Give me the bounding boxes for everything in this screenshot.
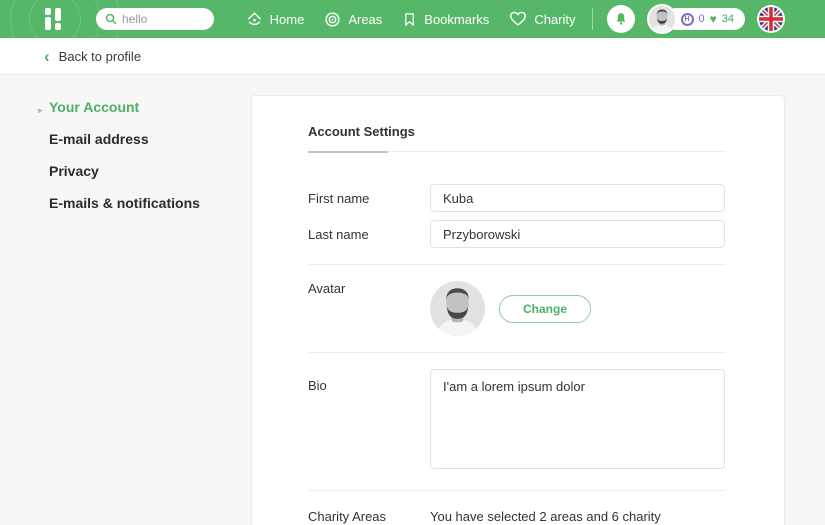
nav-item-charity[interactable]: Charity: [509, 11, 576, 27]
bio-label: Bio: [308, 378, 327, 393]
avatar-photo: [648, 6, 675, 32]
hearts-given-count: 0: [698, 13, 705, 25]
bell-icon: [616, 13, 625, 25]
search-box[interactable]: [96, 8, 214, 30]
notifications-button[interactable]: [606, 5, 635, 33]
settings-sidebar: ▸ Your Account E-mail address Privacy E-…: [38, 95, 251, 525]
breadcrumb-bar: ‹ Back to profile: [0, 38, 825, 75]
nav-label: Home: [269, 11, 305, 27]
section-divider: [308, 264, 725, 265]
user-cluster: H 0 ♥ 34: [646, 4, 745, 34]
areas-icon: [325, 11, 340, 27]
hearts-counter-pill[interactable]: H 0 ♥ 34: [664, 8, 745, 30]
uk-flag-icon: [759, 7, 783, 31]
language-button[interactable]: [757, 5, 785, 33]
hearts-received-count: 34: [721, 13, 734, 25]
home-icon: [247, 11, 261, 25]
nav-label: Charity: [534, 11, 576, 27]
charity-areas-label: Charity Areas: [308, 509, 387, 524]
charity-areas-row: Charity Areas You have selected 2 areas …: [308, 507, 725, 525]
bio-textarea[interactable]: I'am a lorem ipsum dolor: [430, 369, 725, 469]
sidebar-item-label: E-mails & notifications: [49, 195, 200, 211]
main-nav: Home Areas Bookmarks Charity: [246, 11, 576, 28]
last-name-input[interactable]: [430, 220, 725, 248]
main-content: ▸ Your Account E-mail address Privacy E-…: [0, 75, 825, 525]
search-icon: [105, 13, 117, 25]
sidebar-item-label: E-mail address: [49, 131, 149, 147]
title-underline: [308, 151, 725, 153]
bio-row: Bio I'am a lorem ipsum dolor: [308, 369, 725, 474]
sidebar-item-emails-notifications[interactable]: E-mails & notifications: [40, 195, 251, 212]
first-name-input[interactable]: [430, 184, 725, 212]
sidebar-item-label: Privacy: [49, 163, 99, 179]
heart-icon: [510, 11, 527, 26]
first-name-row: First name: [308, 184, 725, 212]
avatar-row: Avatar Change: [308, 281, 725, 336]
change-avatar-button[interactable]: Change: [499, 294, 592, 323]
avatar-label: Avatar: [308, 281, 346, 296]
sidebar-item-email-address[interactable]: E-mail address: [40, 131, 251, 148]
top-nav-bar: Home Areas Bookmarks Char: [0, 0, 825, 38]
sidebar-item-privacy[interactable]: Privacy: [40, 163, 251, 180]
back-chevron-icon: ‹: [44, 46, 50, 66]
bookmark-icon: [405, 12, 415, 26]
account-settings-card: Account Settings First name Last name Av…: [251, 95, 785, 525]
nav-label: Bookmarks: [424, 11, 490, 27]
nav-item-areas[interactable]: Areas: [324, 11, 382, 28]
nav-item-bookmarks[interactable]: Bookmarks: [402, 11, 489, 28]
profile-avatar-image: [430, 281, 485, 336]
h-coin-icon: H: [680, 12, 694, 26]
section-divider: [308, 352, 725, 353]
search-input[interactable]: [122, 12, 205, 26]
app-logo[interactable]: [40, 6, 66, 32]
breadcrumb-label: Back to profile: [58, 48, 142, 64]
user-avatar[interactable]: [646, 4, 677, 34]
header-divider: [591, 8, 593, 30]
nav-item-home[interactable]: Home: [246, 11, 305, 28]
back-to-profile-link[interactable]: ‹ Back to profile: [44, 48, 141, 65]
app-window: Home Areas Bookmarks Char: [0, 0, 825, 525]
heart-filled-icon: ♥: [709, 12, 717, 26]
last-name-label: Last name: [308, 226, 369, 242]
sidebar-item-your-account[interactable]: ▸ Your Account: [38, 99, 251, 116]
first-name-label: First name: [308, 190, 370, 206]
page-title: Account Settings: [308, 124, 415, 139]
caret-right-icon: ▸: [38, 105, 43, 115]
charity-selection-summary: You have selected 2 areas and 6 charity …: [430, 509, 661, 525]
last-name-row: Last name: [308, 220, 725, 248]
avatar-photo: [430, 281, 485, 336]
section-divider: [308, 490, 725, 491]
logo-h-icon: [45, 8, 61, 30]
nav-label: Areas: [348, 11, 383, 27]
sidebar-item-label: Your Account: [49, 99, 140, 115]
